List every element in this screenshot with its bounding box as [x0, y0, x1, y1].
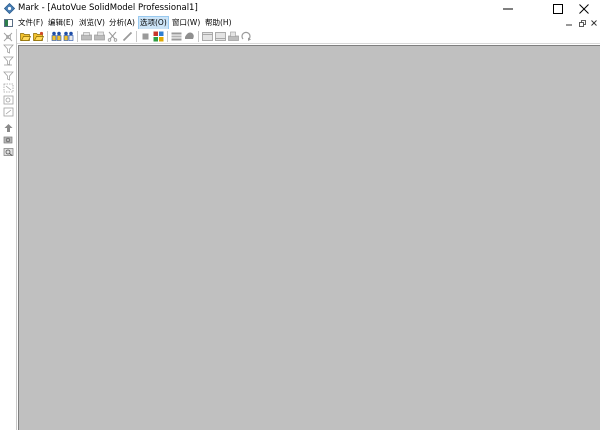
fit-width-icon[interactable] [215, 31, 226, 42]
markup-people-alt-icon[interactable] [63, 31, 74, 42]
box-zoom-icon[interactable] [3, 95, 14, 105]
zoom-window-icon[interactable] [3, 147, 14, 157]
menu-file[interactable]: 文件(F) [17, 17, 44, 29]
title-bar[interactable]: Mark - [AutoVue SolidModel Professional1… [0, 0, 600, 17]
menu-help[interactable]: 帮助(H) [204, 17, 233, 29]
toolbar [0, 29, 600, 44]
funnel-icon[interactable] [3, 44, 14, 54]
menu-bar: 文件(F) 编辑(E) 浏览(V) 分析(A) 选项(O) 窗口(W) 帮助(H… [0, 16, 600, 30]
menu-view[interactable]: 浏览(V) [78, 17, 106, 29]
tile-icon[interactable] [153, 31, 164, 42]
toolbar-separator [77, 31, 78, 42]
layers-icon[interactable] [171, 31, 182, 42]
select-icon[interactable] [3, 32, 14, 42]
menu-analyze[interactable]: 分析(A) [108, 17, 136, 29]
mdi-minimize-icon [566, 24, 572, 26]
print-icon[interactable] [81, 31, 92, 42]
markup-people-icon[interactable] [51, 31, 62, 42]
menu-edit[interactable]: 编辑(E) [47, 17, 75, 29]
rotate-icon[interactable] [241, 31, 252, 42]
magnify-icon[interactable] [3, 135, 14, 145]
toolbar-separator [47, 31, 48, 42]
close-icon [579, 3, 589, 14]
print-setup-icon[interactable] [228, 31, 239, 42]
print-preview-icon[interactable] [94, 31, 105, 42]
mdi-minimize-button[interactable] [563, 18, 575, 28]
shape-icon[interactable] [184, 31, 195, 42]
fit-page-icon[interactable] [202, 31, 213, 42]
toolbar-separator [167, 31, 168, 42]
filter-icon[interactable] [3, 71, 14, 81]
arrow-up-icon[interactable] [3, 123, 14, 133]
toolbar-separator [136, 31, 137, 42]
open-recent-folder-icon[interactable] [33, 31, 44, 42]
box-select-icon[interactable] [3, 83, 14, 93]
mdi-restore-button[interactable] [576, 18, 588, 28]
document-icon[interactable] [4, 19, 13, 27]
stop-icon[interactable] [140, 31, 151, 42]
cut-icon[interactable] [107, 31, 118, 42]
minimize-button[interactable] [490, 0, 526, 17]
document-workspace[interactable] [18, 45, 600, 430]
mdi-close-button[interactable] [588, 18, 600, 28]
close-button[interactable] [566, 0, 600, 17]
mdi-close-icon [591, 20, 597, 26]
open-folder-icon[interactable] [20, 31, 31, 42]
menu-options[interactable]: 选项(O) [138, 16, 169, 30]
autovue-diamond-icon [4, 3, 15, 14]
maximize-icon [553, 3, 563, 14]
window-title: Mark - [AutoVue SolidModel Professional1… [18, 3, 198, 13]
box-pan-icon[interactable] [3, 107, 14, 117]
mdi-restore-icon [578, 19, 586, 27]
menu-window[interactable]: 窗口(W) [171, 17, 201, 29]
minimize-icon [503, 8, 513, 9]
left-toolbar [0, 29, 17, 430]
toolbar-separator [198, 31, 199, 42]
funnel-alt-icon[interactable] [3, 56, 14, 66]
pencil-icon[interactable] [122, 31, 133, 42]
